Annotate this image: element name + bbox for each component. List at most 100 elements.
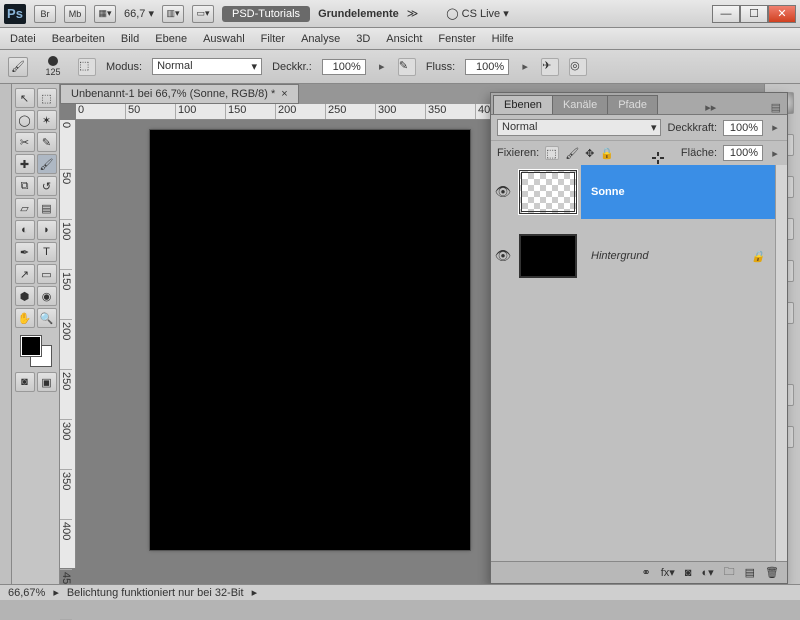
lock-all-icon[interactable]: 🔒 [600,147,614,160]
layer-row[interactable]: 👁 Sonne [491,165,775,219]
menu-ansicht[interactable]: Ansicht [386,33,422,45]
history-brush-tool[interactable]: ↺ [37,176,57,196]
layer-name[interactable]: Hintergrund 🔒 [581,229,775,283]
fill-flyout[interactable]: ▸ [769,147,781,160]
menu-fenster[interactable]: Fenster [438,33,475,45]
flow-input[interactable]: 100% [465,59,509,75]
mode-dropdown[interactable]: Normal▾ [152,58,262,75]
hand-tool[interactable]: ✋ [15,308,35,328]
cslive-button[interactable]: CS Live [462,8,501,20]
eraser-tool[interactable]: ▱ [15,198,35,218]
3d-tool[interactable]: ⬢ [15,286,35,306]
new-layer-icon[interactable]: ▤ [745,566,755,579]
zoom-tool[interactable]: 🔍 [37,308,57,328]
brush-tool[interactable]: 🖌 [37,154,57,174]
tab-pfade[interactable]: Pfade [607,95,658,114]
status-zoom[interactable]: 66,67% [8,587,45,599]
layers-panel: Ebenen Kanäle Pfade ▸▸ ▤ Normal▾ Deckkra… [490,92,788,584]
foreground-color[interactable] [21,336,41,356]
lock-position-icon[interactable]: ✥ [585,147,594,160]
lock-label: Fixieren: [497,147,539,159]
tab-ebenen[interactable]: Ebenen [493,95,553,114]
maximize-button[interactable]: ☐ [740,5,768,23]
screenmode-toggle[interactable]: ▣ [37,372,57,392]
move-tool[interactable]: ↖ [15,88,35,108]
healing-tool[interactable]: ✚ [15,154,35,174]
fx-icon[interactable]: fx▾ [661,566,675,579]
opacity-flyout[interactable]: ▸ [376,60,388,73]
blur-tool[interactable]: ◐ [15,220,35,240]
menu-datei[interactable]: Datei [10,33,36,45]
panel-collapse-icon[interactable]: ▸▸ [699,101,722,114]
layer-opacity-flyout[interactable]: ▸ [769,121,781,134]
opacity-input[interactable]: 100% [322,59,366,75]
minibridge-button[interactable]: Mb [64,5,86,23]
menu-3d[interactable]: 3D [356,33,370,45]
dodge-tool[interactable]: ◗ [37,220,57,240]
adjustment-layer-icon[interactable]: ◐▾ [701,566,713,579]
stamp-tool[interactable]: ⧉ [15,176,35,196]
layer-thumbnail[interactable] [519,234,577,278]
quickmask-toggle[interactable]: ◙ [15,372,35,392]
path-select-tool[interactable]: ↗ [15,264,35,284]
workspace-more[interactable]: ≫ [407,7,419,20]
panel-scrollbar[interactable] [775,165,787,561]
delete-layer-icon[interactable]: 🗑 [765,566,779,579]
document-tab[interactable]: Unbenannt-1 bei 66,7% (Sonne, RGB/8) *× [60,84,299,104]
brush-panel-toggle[interactable]: ⬚ [78,58,96,76]
tool-preset-picker[interactable]: 🖌 [8,57,28,77]
menu-bearbeiten[interactable]: Bearbeiten [52,33,105,45]
eyedropper-tool[interactable]: ✎ [37,132,57,152]
screenmode-button[interactable]: ▭▾ [192,5,214,23]
airbrush-toggle[interactable]: ✈ [541,58,559,76]
menu-bild[interactable]: Bild [121,33,139,45]
visibility-toggle[interactable]: 👁 [491,184,515,200]
type-tool[interactable]: T [37,242,57,262]
bridge-button[interactable]: Br [34,5,56,23]
crop-tool[interactable]: ✂ [15,132,35,152]
menu-auswahl[interactable]: Auswahl [203,33,245,45]
group-icon[interactable]: 🗀 [724,563,735,582]
shape-tool[interactable]: ▭ [37,264,57,284]
layer-row[interactable]: 👁 Hintergrund 🔒 [491,229,775,283]
document-canvas[interactable] [150,130,470,550]
3dcamera-tool[interactable]: ◉ [37,286,57,306]
left-dock-edge[interactable] [0,84,12,584]
pen-tool[interactable]: ✒ [15,242,35,262]
brush-preview-icon [48,56,58,66]
fill-input[interactable]: 100% [723,145,763,161]
marquee-tool[interactable]: ⬚ [37,88,57,108]
panel-menu-icon[interactable]: ▤ [765,101,787,114]
gradient-tool[interactable]: ▤ [37,198,57,218]
link-layers-icon[interactable]: ⚭ [642,566,651,579]
layer-thumbnail[interactable] [519,170,577,214]
blend-mode-dropdown[interactable]: Normal▾ [497,119,661,136]
menu-hilfe[interactable]: Hilfe [492,33,514,45]
lasso-tool[interactable]: ◯ [15,110,35,130]
workspace-selector[interactable]: PSD-Tutorials [222,6,310,22]
close-button[interactable]: ✕ [768,5,796,23]
brush-picker[interactable]: 125 [38,56,68,77]
visibility-toggle[interactable]: 👁 [491,248,515,264]
screenview-button[interactable]: ▦▾ [94,5,116,23]
workspace-secondary[interactable]: Grundelemente [318,8,399,20]
layer-opacity-input[interactable]: 100% [723,120,763,136]
pressure-opacity-toggle[interactable]: ✎ [398,58,416,76]
menu-ebene[interactable]: Ebene [155,33,187,45]
menu-filter[interactable]: Filter [261,33,285,45]
vertical-ruler[interactable]: 050100150200250300350400450 [60,120,76,568]
lock-image-icon[interactable]: 🖌 [565,147,579,160]
tab-kanaele[interactable]: Kanäle [552,95,608,114]
arrange-button[interactable]: ▥▾ [162,5,184,23]
menu-analyse[interactable]: Analyse [301,33,340,45]
color-swatches[interactable] [21,336,51,366]
zoom-level[interactable]: 66,7 ▾ [124,7,154,20]
pressure-size-toggle[interactable]: ◎ [569,58,587,76]
minimize-button[interactable]: — [712,5,740,23]
mask-icon[interactable]: ◙ [685,567,692,579]
tab-close-icon[interactable]: × [281,88,287,100]
flow-flyout[interactable]: ▸ [519,60,531,73]
lock-transparent-icon[interactable]: ⬚ [545,146,559,160]
layer-name[interactable]: Sonne [581,165,775,219]
quickselect-tool[interactable]: ✶ [37,110,57,130]
